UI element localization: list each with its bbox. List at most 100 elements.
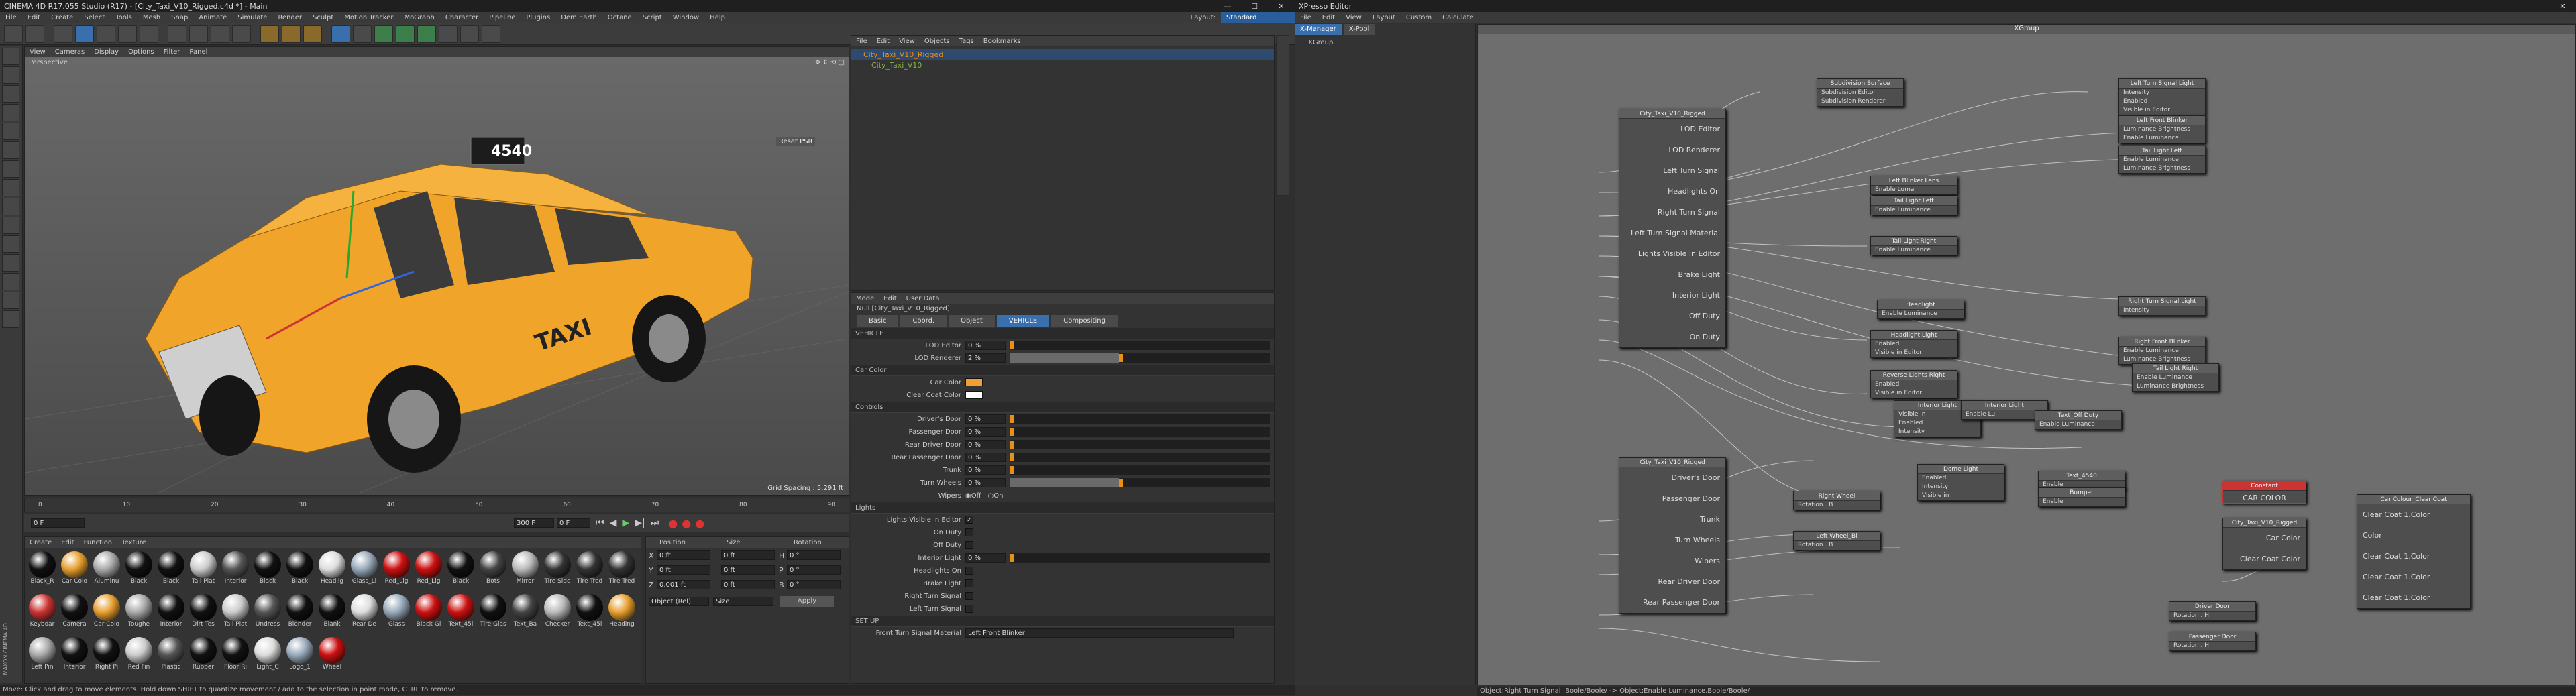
small-node-port[interactable]: Luminance Brightness [2133, 382, 2218, 391]
lod-0-value[interactable]: 0 % [965, 341, 1006, 350]
material-swatch[interactable]: Black [252, 550, 283, 591]
xgroup-tree-item[interactable]: XGroup [1295, 35, 1475, 50]
object-row-rigged[interactable]: City_Taxi_V10_Rigged [851, 49, 1274, 60]
slider-knob[interactable] [1010, 428, 1014, 436]
rotate-tool-button[interactable] [118, 25, 137, 43]
right-side-tabs[interactable] [1276, 35, 1289, 196]
frame-end-field[interactable]: 300 F [514, 518, 554, 528]
material-menu-function[interactable]: Function [79, 538, 117, 548]
lod-1-value[interactable]: 2 % [965, 353, 1006, 363]
xpresso-close-icon[interactable]: ✕ [2549, 2, 2576, 11]
small-node[interactable]: Left Front Blinker Luminance Brightness En… [2118, 115, 2206, 143]
material-swatch[interactable]: Car Colo [59, 550, 90, 591]
object-row-taxi[interactable]: City_Taxi_V10 [851, 60, 1274, 70]
viewport-menu-display[interactable]: Display [89, 47, 123, 57]
material-swatch[interactable]: Red_Lig [381, 550, 412, 591]
material-swatch[interactable]: Heading [606, 593, 637, 634]
material-swatch[interactable]: Keyboar [27, 593, 58, 634]
material-swatch[interactable]: Tail Plat [220, 593, 251, 634]
array-button[interactable] [396, 25, 415, 43]
undo-button[interactable] [4, 25, 23, 43]
apply-button[interactable]: Apply [780, 596, 834, 607]
menu-mesh[interactable]: Mesh [138, 12, 166, 23]
light-checkbox[interactable] [965, 528, 973, 536]
menu-render[interactable]: Render [272, 12, 307, 23]
coord-rotation-field[interactable]: 0 ° [787, 565, 841, 575]
tweak-mode-button[interactable] [2, 198, 19, 215]
small-node-port[interactable]: Intensity [2119, 306, 2205, 315]
main-node-port[interactable]: Interior Light [1619, 285, 1725, 306]
tab-coord[interactable]: Coord. [900, 315, 947, 327]
light-checkbox[interactable] [965, 541, 973, 549]
small-node-port[interactable]: Enable Luma [1871, 186, 1957, 194]
viewport-menu-options[interactable]: Options [123, 47, 159, 57]
material-swatch[interactable]: Logo_1 [284, 636, 315, 677]
control-turn-wheels-value[interactable]: 0 % [965, 478, 1006, 487]
slider-knob[interactable] [1010, 341, 1014, 349]
small-node-port[interactable]: Enable Luminance [1871, 246, 1957, 255]
slider-knob[interactable] [1010, 466, 1014, 474]
om-menu-objects[interactable]: Objects [920, 36, 955, 46]
viewport-perspective[interactable]: View Cameras Display Options Filter Panel Per… [24, 46, 849, 496]
material-menu-create[interactable]: Create [25, 538, 56, 548]
snap-button[interactable] [2, 217, 19, 234]
slider-knob[interactable] [1010, 441, 1014, 449]
menu-create[interactable]: Create [46, 12, 78, 23]
om-menu-bookmarks[interactable]: Bookmarks [979, 36, 1026, 46]
material-swatch[interactable]: Tire Tred [574, 550, 605, 591]
z-axis-button[interactable] [211, 25, 229, 43]
menu-octane[interactable]: Octane [602, 12, 637, 23]
material-swatch[interactable]: Rubber [188, 636, 219, 677]
scale-tool-button[interactable] [97, 25, 115, 43]
small-node[interactable]: Tail Light Left Enable Luminance Luminance… [2118, 146, 2206, 174]
light-checkbox[interactable] [965, 592, 973, 600]
tab-object[interactable]: Object [949, 315, 995, 327]
material-swatch[interactable]: Tire Glas [478, 593, 508, 634]
menu-select[interactable]: Select [78, 12, 110, 23]
am-menu-user-data[interactable]: User Data [902, 294, 945, 304]
material-swatch[interactable]: Interior [220, 550, 251, 591]
paint-button[interactable] [2, 292, 19, 309]
light-checkbox[interactable] [965, 567, 973, 575]
control-driver-s-door-slider[interactable] [1010, 414, 1270, 424]
sculpt-button[interactable] [2, 273, 19, 290]
menu-simulate[interactable]: Simulate [232, 12, 272, 23]
om-menu-file[interactable]: File [851, 36, 872, 46]
close-icon[interactable]: ✕ [1268, 2, 1295, 11]
control-rear-driver-door-value[interactable]: 0 % [965, 440, 1006, 449]
material-swatch[interactable]: Interior [156, 593, 186, 634]
light-checkbox[interactable]: ✓ [965, 516, 973, 524]
material-swatch[interactable]: Blender [284, 593, 315, 634]
small-node-port[interactable]: Enable Luminance [2035, 420, 2121, 429]
material-swatch[interactable]: Glass [381, 593, 412, 634]
material-swatch[interactable]: Interior [59, 636, 90, 677]
render-picture-viewer-button[interactable] [282, 25, 301, 43]
third-node-port[interactable]: Clear Coat Color [2223, 548, 2306, 569]
layout-dropdown[interactable]: Standard [1221, 11, 1295, 23]
second-node-port[interactable]: Trunk [1619, 509, 1725, 530]
slider-knob[interactable] [1118, 354, 1123, 362]
third-node[interactable]: City_Taxi_V10_Rigged Car Color Clear Coat … [2222, 518, 2306, 570]
material-swatch[interactable]: Headlig [317, 550, 347, 591]
frame-start-field[interactable]: 0 F [31, 518, 85, 528]
viewport-menu-filter[interactable]: Filter [159, 47, 185, 57]
control-turn-wheels-slider[interactable] [1010, 478, 1270, 487]
material-swatch[interactable]: Car Colo [91, 593, 122, 634]
small-node[interactable]: Tail Light Left Enable Luminance [1870, 196, 1957, 215]
light-checkbox[interactable] [965, 605, 973, 613]
control-trunk-value[interactable]: 0 % [965, 465, 1006, 475]
main-node-port[interactable]: LOD Renderer [1619, 139, 1725, 160]
control-passenger-door-slider[interactable] [1010, 427, 1270, 437]
material-swatch[interactable]: Undress [252, 593, 283, 634]
material-swatch[interactable]: Tire Tred [606, 550, 637, 591]
small-node-port[interactable]: Enable Luminance [1878, 310, 1964, 318]
mat-node-port[interactable]: Clear Coat 1.Color [2357, 567, 2470, 587]
material-swatch[interactable]: Red Fin [123, 636, 154, 677]
menu-file[interactable]: File [0, 12, 22, 23]
material-menu-edit[interactable]: Edit [56, 538, 78, 548]
color-swatch[interactable] [965, 391, 983, 399]
material-swatch[interactable]: Camera [59, 593, 90, 634]
material-swatch[interactable]: Toughe [123, 593, 154, 634]
material-swatch[interactable]: Tire Side [542, 550, 573, 591]
go-to-start-icon[interactable]: ⏮ [596, 518, 604, 528]
